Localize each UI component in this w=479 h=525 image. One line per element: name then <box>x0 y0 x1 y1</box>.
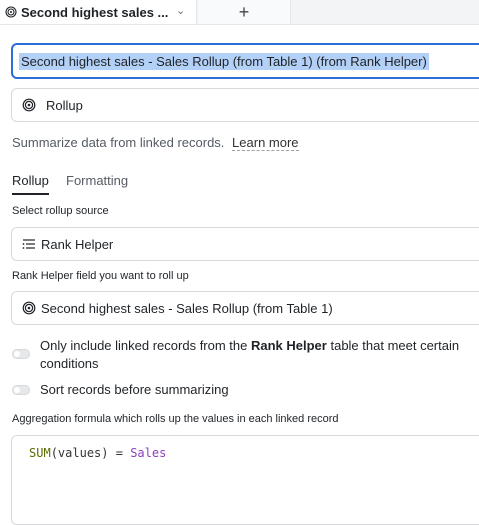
rollup-icon <box>22 98 36 112</box>
field-tab-bar: Second highest sales ... ⌄ + <box>0 0 479 25</box>
formula-field: Sales <box>130 446 167 460</box>
filter-records-toggle[interactable] <box>12 349 30 359</box>
rollup-source-value: Rank Helper <box>41 236 114 252</box>
formula-close-paren: ) <box>101 446 109 460</box>
aggregation-formula-label: Aggregation formula which rolls up the v… <box>12 413 339 425</box>
filter-text-table: Rank Helper <box>250 338 327 353</box>
formula-open-paren: ( <box>50 446 58 460</box>
field-tab-title: Second highest sales ... <box>21 4 169 20</box>
description-text: Summarize data from linked records. <box>12 135 225 150</box>
rollup-field-label-rest: field you want to roll up <box>73 270 189 282</box>
rollup-source-select[interactable]: Rank Helper <box>11 227 479 261</box>
add-tab-button[interactable]: + <box>198 0 291 24</box>
formula-function: SUM <box>29 446 51 460</box>
chevron-down-icon[interactable]: ⌄ <box>176 4 185 17</box>
field-name-input[interactable]: Second highest sales - Sales Rollup (fro… <box>11 43 479 79</box>
filter-records-text: Only include linked records from the Ran… <box>40 337 479 373</box>
list-icon <box>22 238 36 250</box>
rollup-icon <box>5 6 17 18</box>
field-type-select[interactable]: Rollup <box>11 88 479 122</box>
aggregation-formula-editor[interactable]: SUM(values) = Sales <box>11 435 479 525</box>
rollup-field-label-table: Rank Helper <box>12 270 74 282</box>
rollup-icon <box>22 301 36 315</box>
rollup-field-select[interactable]: Second highest sales - Sales Rollup (fro… <box>11 291 479 325</box>
rollup-field-label: Rank Helper field you want to roll up <box>12 270 189 282</box>
field-tab[interactable]: Second highest sales ... ⌄ <box>0 0 197 24</box>
tab-rollup[interactable]: Rollup <box>12 173 49 195</box>
rollup-field-value: Second highest sales - Sales Rollup (fro… <box>41 300 333 316</box>
field-type-label: Rollup <box>46 97 83 113</box>
sort-records-text: Sort records before summarizing <box>40 382 229 397</box>
sort-records-toggle[interactable] <box>12 385 30 395</box>
filter-text-before: Only include linked records from the <box>40 338 251 353</box>
formula-argument: values <box>57 446 102 460</box>
tab-formatting[interactable]: Formatting <box>66 173 128 188</box>
formula-code: SUM(values) = Sales <box>29 446 166 460</box>
field-name-text: Second highest sales - Sales Rollup (fro… <box>19 52 429 70</box>
learn-more-link[interactable]: Learn more <box>232 135 299 151</box>
field-type-description: Summarize data from linked records. Lear… <box>12 135 299 151</box>
formula-operator: = <box>108 446 131 460</box>
rollup-source-label: Select rollup source <box>12 205 109 217</box>
